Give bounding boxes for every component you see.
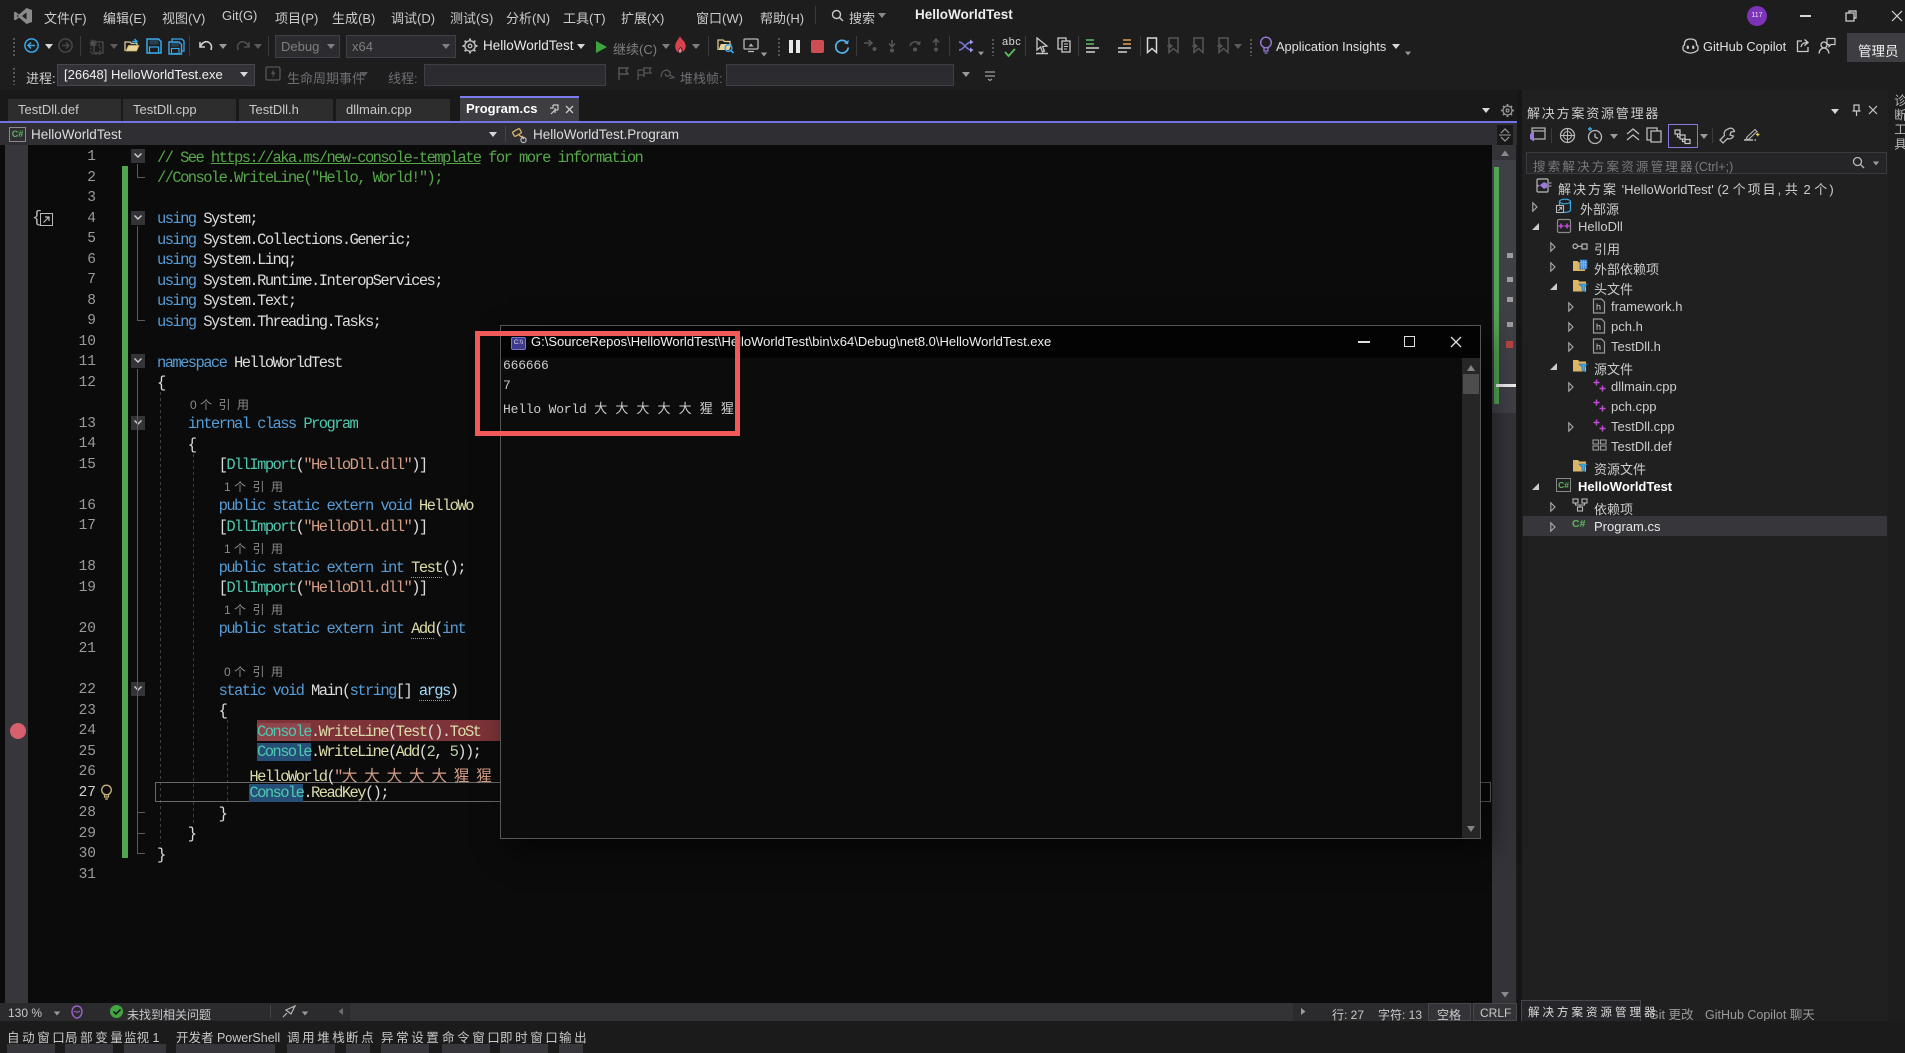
svg-text:h: h bbox=[1596, 302, 1601, 312]
svg-text:h: h bbox=[1596, 322, 1601, 332]
svg-text:h: h bbox=[1596, 342, 1601, 352]
